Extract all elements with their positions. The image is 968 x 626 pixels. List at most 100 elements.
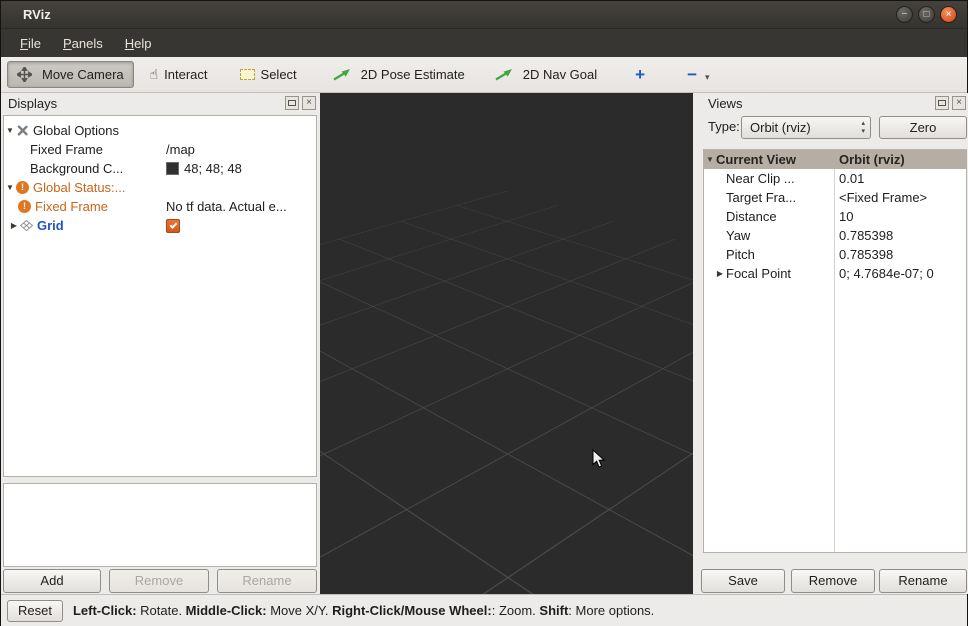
views-table: ▼ Current View Orbit (rviz) Near Clip ..… (703, 149, 967, 553)
views-panel: Views × Type: Orbit (rviz) ▴▾ Zero ▼ Cur… (701, 93, 968, 594)
select-tool[interactable]: Select (230, 61, 307, 88)
window-controls: − □ × (896, 6, 957, 23)
current-view-row[interactable]: ▼ Current View Orbit (rviz) (704, 150, 966, 169)
maximize-button[interactable]: □ (918, 6, 935, 23)
add-button[interactable]: Add (3, 569, 101, 593)
spinner-icon: ▴▾ (861, 120, 865, 136)
displays-panel: Displays × ▼ Global O (1, 93, 319, 594)
view-row-value[interactable]: 0; 4.7684e-07; 0 (834, 266, 966, 281)
view-row-label: Current View (716, 152, 796, 167)
expander-open-icon[interactable]: ▼ (4, 183, 16, 192)
float-panel-icon[interactable] (935, 96, 949, 110)
expander-closed-icon[interactable]: ▶ (714, 269, 726, 278)
save-button[interactable]: Save (701, 569, 785, 593)
view-row-value: Orbit (rviz) (834, 152, 966, 167)
menu-panels[interactable]: Panels (52, 31, 114, 56)
wrench-icon (16, 124, 29, 137)
expander-closed-icon[interactable]: ▶ (8, 221, 20, 230)
menu-file[interactable]: File (9, 31, 52, 56)
display-description-box (3, 483, 317, 567)
pose-estimate-tool[interactable]: 2D Pose Estimate (323, 61, 475, 88)
close-panel-icon[interactable]: × (952, 96, 966, 110)
title-bar[interactable]: RViz − □ × (1, 1, 967, 29)
displays-panel-header[interactable]: Displays × (1, 93, 319, 113)
tree-row-global-options[interactable]: ▼ Global Options (4, 121, 316, 140)
remove-button[interactable]: Remove (791, 569, 875, 593)
tree-label: Fixed Frame (30, 142, 103, 157)
type-label: Type: (708, 119, 740, 134)
views-panel-header[interactable]: Views × (701, 93, 968, 113)
status-bar: Reset Left-Click: Rotate. Middle-Click: … (1, 594, 967, 626)
background-color-value[interactable]: 48; 48; 48 (184, 161, 242, 176)
window-title: RViz (23, 7, 51, 22)
close-panel-icon[interactable]: × (302, 96, 316, 110)
rename-button[interactable]: Rename (879, 569, 967, 593)
view-row-value[interactable]: 0.785398 (834, 228, 966, 243)
view-row-label: Focal Point (726, 266, 791, 281)
view-property-row[interactable]: Pitch 0.785398 (704, 245, 966, 264)
zero-button[interactable]: Zero (879, 116, 967, 139)
view-property-row[interactable]: Yaw 0.785398 (704, 226, 966, 245)
view-row-value[interactable]: 10 (834, 209, 966, 224)
tree-label: Global Status:... (33, 180, 126, 195)
status-help-text: Left-Click: Rotate. Middle-Click: Move X… (73, 603, 654, 618)
view-type-dropdown[interactable]: Orbit (rviz) ▴▾ (741, 116, 871, 139)
view-row-value[interactable]: 0.01 (834, 171, 966, 186)
view-row-label: Near Clip ... (726, 171, 795, 186)
tree-label: Global Options (33, 123, 119, 138)
rviz-window: RViz − □ × File Panels Help (0, 0, 968, 626)
tree-row-status-fixed-frame[interactable]: ! Fixed Frame No tf data. Actual e... (4, 197, 316, 216)
view-row-value[interactable]: <Fixed Frame> (834, 190, 966, 205)
nav-goal-tool[interactable]: 2D Nav Goal (485, 61, 607, 88)
move-camera-tool[interactable]: Move Camera (7, 61, 134, 88)
move-camera-label: Move Camera (42, 67, 124, 82)
hand-icon: ☝ (150, 66, 159, 83)
displays-tree: ▼ Global Options Fix (3, 115, 317, 477)
select-label: Select (261, 67, 297, 82)
tree-row-grid[interactable]: ▶ Grid (4, 216, 316, 235)
warning-icon: ! (18, 200, 31, 213)
tree-label: Background C... (30, 161, 123, 176)
tree-row-fixed-frame[interactable]: Fixed Frame /map (4, 140, 316, 159)
close-button[interactable]: × (940, 6, 957, 23)
grid-enabled-checkbox[interactable] (166, 219, 180, 233)
toolbar: Move Camera ☝ Interact Select 2D Pose Es… (1, 57, 967, 93)
view-row-label: Target Fra... (726, 190, 796, 205)
rename-button[interactable]: Rename (217, 569, 317, 593)
green-arrow-icon (333, 68, 351, 81)
add-tool-button[interactable]: + (625, 61, 655, 88)
color-swatch[interactable] (166, 162, 179, 175)
minimize-button[interactable]: − (896, 6, 913, 23)
chevron-down-icon[interactable]: ▾ (705, 72, 710, 87)
menu-help[interactable]: Help (114, 31, 163, 56)
remove-button[interactable]: Remove (109, 569, 209, 593)
fixed-frame-value[interactable]: /map (166, 142, 195, 157)
interact-label: Interact (164, 67, 207, 82)
view-row-value[interactable]: 0.785398 (834, 247, 966, 262)
reset-button[interactable]: Reset (7, 600, 63, 622)
tree-row-global-status[interactable]: ▼ ! Global Status:... (4, 178, 316, 197)
render-viewport[interactable] (320, 93, 693, 594)
tree-label: Grid (37, 218, 64, 233)
select-box-icon (240, 69, 255, 80)
view-property-row[interactable]: ▶ Focal Point 0; 4.7684e-07; 0 (704, 264, 966, 283)
expander-open-icon[interactable]: ▼ (4, 126, 16, 135)
tree-row-background-color[interactable]: Background C... 48; 48; 48 (4, 159, 316, 178)
view-row-label: Pitch (726, 247, 755, 262)
green-arrow-icon (495, 68, 513, 81)
view-property-row[interactable]: Near Clip ... 0.01 (704, 169, 966, 188)
view-property-row[interactable]: Distance 10 (704, 207, 966, 226)
menu-bar: File Panels Help (1, 29, 967, 57)
view-row-label: Yaw (726, 228, 750, 243)
interact-tool[interactable]: ☝ Interact (140, 61, 218, 88)
float-panel-icon[interactable] (285, 96, 299, 110)
tree-label: Fixed Frame (35, 199, 108, 214)
view-property-row[interactable]: Target Fra... <Fixed Frame> (704, 188, 966, 207)
expander-open-icon[interactable]: ▼ (704, 155, 716, 164)
remove-tool-button[interactable]: − ▾ (677, 61, 719, 88)
ground-grid (320, 191, 693, 594)
views-buttons: Save Remove Rename (701, 569, 968, 594)
mouse-cursor-icon (592, 449, 606, 472)
move-camera-icon (17, 67, 32, 82)
view-type-value: Orbit (rviz) (750, 120, 811, 135)
